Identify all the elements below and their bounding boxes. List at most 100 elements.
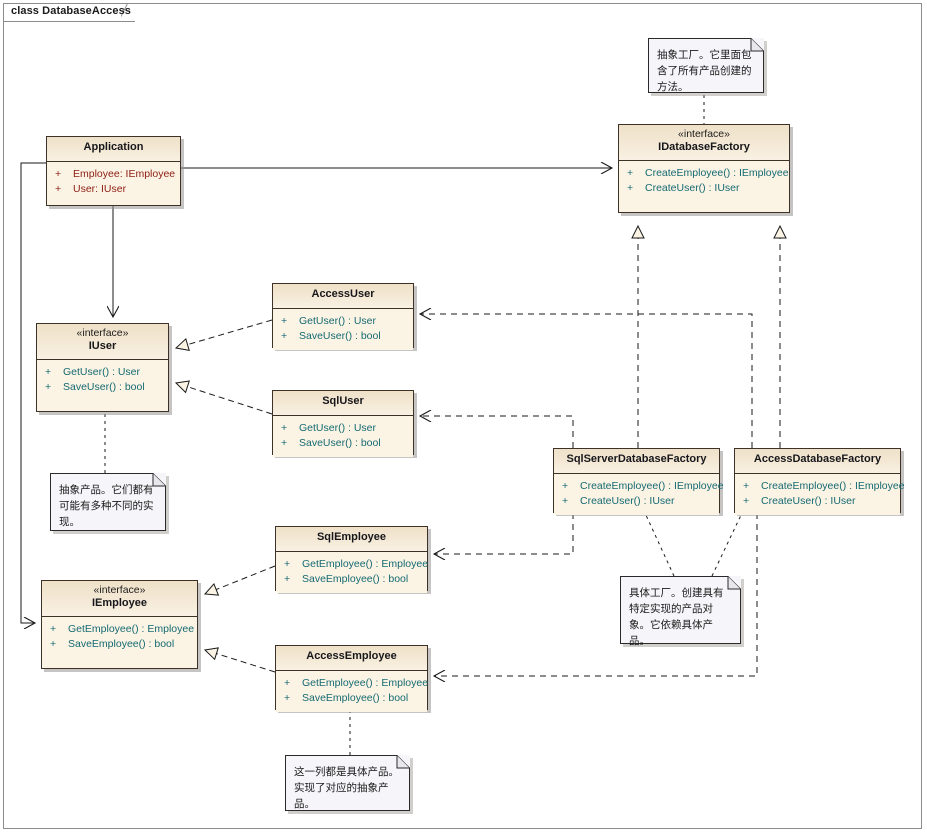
class-members-accessemployee: + GetEmployee() : Employee + SaveEmployee()… xyxy=(276,671,429,712)
member-visibility: + xyxy=(281,437,288,449)
class-node-application[interactable]: Application + Employee: IEmployee + User: IU… xyxy=(46,136,181,206)
class-members-iuser: + GetUser() : User + SaveUser() : bool xyxy=(37,360,168,401)
class-members-sqlserverdatabasefactory: + CreateEmployee() : IEmployee + CreateUser… xyxy=(554,474,724,515)
member-signature: GetUser() : User xyxy=(299,422,377,434)
note-abstract-product[interactable]: 抽象产品。它们都有可能有多种不同的实现。 xyxy=(50,473,166,531)
class-member: + CreateEmployee() : IEmployee xyxy=(554,479,724,494)
class-node-iemployee[interactable]: «interface» IEmployee + GetEmployee() : Emp… xyxy=(41,580,198,669)
class-member: + User: IUser xyxy=(47,182,180,197)
class-node-title-accessuser: AccessUser xyxy=(273,284,413,309)
class-node-title-iuser: «interface» IUser xyxy=(37,324,168,360)
class-member: + SaveUser() : bool xyxy=(273,436,413,451)
member-visibility: + xyxy=(50,623,57,635)
class-node-sqlemployee[interactable]: SqlEmployee + GetEmployee() : Employee + Sav… xyxy=(275,526,429,593)
class-node-iuser[interactable]: «interface» IUser + GetUser() : User + SaveUs… xyxy=(36,323,169,412)
member-signature: SaveEmployee() : bool xyxy=(302,692,409,704)
class-members-sqlemployee: + GetEmployee() : Employee + SaveEmployee()… xyxy=(276,552,429,593)
class-member: + Employee: IEmployee xyxy=(47,167,180,182)
class-members-application: + Employee: IEmployee + User: IUser xyxy=(47,162,180,203)
member-visibility: + xyxy=(284,558,291,570)
class-stereotype-iemployee: «interface» xyxy=(93,584,146,596)
class-name-accessdatabasefactory: AccessDatabaseFactory xyxy=(753,453,882,465)
class-member: + GetEmployee() : Employee xyxy=(276,676,429,691)
class-node-title-sqlemployee: SqlEmployee xyxy=(276,527,427,552)
member-signature: CreateEmployee() : IEmployee xyxy=(645,167,789,179)
class-name-iemployee: IEmployee xyxy=(91,597,148,609)
member-signature: GetUser() : User xyxy=(63,366,141,378)
member-signature: GetEmployee() : Employee xyxy=(302,677,429,689)
member-signature: SaveUser() : bool xyxy=(299,330,381,342)
member-visibility: + xyxy=(743,495,750,507)
class-node-title-sqluser: SqlUser xyxy=(273,391,413,416)
class-name-idatabasefactory: IDatabaseFactory xyxy=(658,141,750,153)
class-node-title-accessdatabasefactory: AccessDatabaseFactory xyxy=(735,449,900,474)
member-signature: GetEmployee() : Employee xyxy=(302,558,429,570)
class-members-accessuser: + GetUser() : User + SaveUser() : bool xyxy=(273,309,413,350)
class-member: + SaveUser() : bool xyxy=(37,380,168,395)
class-name-accessuser: AccessUser xyxy=(311,288,375,300)
member-signature: Employee: IEmployee xyxy=(73,168,176,180)
class-node-idatabasefactory[interactable]: «interface» IDatabaseFactory + CreateEmploy… xyxy=(618,124,790,213)
member-visibility: + xyxy=(627,182,634,194)
class-name-sqlserverdatabasefactory: SqlServerDatabaseFactory xyxy=(566,453,707,465)
member-visibility: + xyxy=(281,330,288,342)
class-node-title-accessemployee: AccessEmployee xyxy=(276,646,427,671)
class-name-iuser: IUser xyxy=(88,340,117,352)
class-member: + CreateEmployee() : IEmployee xyxy=(619,166,789,181)
member-visibility: + xyxy=(45,381,52,393)
member-visibility: + xyxy=(627,167,634,179)
member-signature: CreateEmployee() : IEmployee xyxy=(580,480,724,492)
class-name-sqlemployee: SqlEmployee xyxy=(316,531,387,543)
class-name-sqluser: SqlUser xyxy=(322,395,364,407)
member-visibility: + xyxy=(562,480,569,492)
class-member: + GetUser() : User xyxy=(273,314,413,329)
member-signature: CreateUser() : IUser xyxy=(761,495,856,507)
note-text: 抽象产品。它们都有可能有多种不同的实现。 xyxy=(59,484,154,528)
member-visibility: + xyxy=(50,638,57,650)
member-signature: SaveEmployee() : bool xyxy=(302,573,409,585)
class-node-accessdatabasefactory[interactable]: AccessDatabaseFactory + CreateEmployee() :… xyxy=(734,448,905,515)
class-node-title-sqlserverdatabasefactory: SqlServerDatabaseFactory xyxy=(554,449,719,474)
class-members-accessdatabasefactory: + CreateEmployee() : IEmployee + CreateUser… xyxy=(735,474,905,515)
member-visibility: + xyxy=(284,573,291,585)
class-member: + GetUser() : User xyxy=(273,421,413,436)
class-name-accessemployee: AccessEmployee xyxy=(306,650,397,662)
diagram-canvas: class DatabaseAccess Application + Emplo… xyxy=(0,0,927,834)
class-node-sqluser[interactable]: SqlUser + GetUser() : User + SaveUser() : bo… xyxy=(272,390,414,457)
class-member: + CreateUser() : IUser xyxy=(619,181,789,196)
class-node-accessemployee[interactable]: AccessEmployee + GetEmployee() : Employee +… xyxy=(275,645,429,712)
class-node-accessuser[interactable]: AccessUser + GetUser() : User + SaveUser() :… xyxy=(272,283,414,350)
member-visibility: + xyxy=(281,422,288,434)
class-node-sqlserverdatabasefactory[interactable]: SqlServerDatabaseFactory + CreateEmployee(… xyxy=(553,448,724,515)
class-member: + CreateUser() : IUser xyxy=(735,494,900,509)
class-member: + GetEmployee() : Employee xyxy=(276,557,429,572)
class-members-iemployee: + GetEmployee() : Employee + SaveEmployee()… xyxy=(42,617,197,658)
member-signature: CreateUser() : IUser xyxy=(645,182,740,194)
note-text: 抽象工厂。它里面包含了所有产品创建的方法。 xyxy=(657,49,752,93)
member-visibility: + xyxy=(55,168,62,180)
class-stereotype-iuser: «interface» xyxy=(76,327,129,339)
class-member: + CreateEmployee() : IEmployee xyxy=(735,479,905,494)
member-signature: GetEmployee() : Employee xyxy=(68,623,195,635)
class-member: + SaveEmployee() : bool xyxy=(276,572,427,587)
member-signature: GetUser() : User xyxy=(299,315,377,327)
class-node-title-application: Application xyxy=(47,137,180,162)
member-signature: SaveUser() : bool xyxy=(299,437,381,449)
member-signature: User: IUser xyxy=(73,183,127,195)
member-visibility: + xyxy=(743,480,750,492)
member-visibility: + xyxy=(284,677,291,689)
class-node-title-iemployee: «interface» IEmployee xyxy=(42,581,197,617)
diagram-title: class DatabaseAccess xyxy=(11,5,132,17)
member-signature: SaveEmployee() : bool xyxy=(68,638,175,650)
class-stereotype-idatabasefactory: «interface» xyxy=(678,128,730,140)
class-member: + GetEmployee() : Employee xyxy=(42,622,197,637)
note-text: 这一列都是具体产品。实现了对应的抽象产品。 xyxy=(294,766,399,810)
class-members-idatabasefactory: + CreateEmployee() : IEmployee + CreateUser… xyxy=(619,161,789,202)
note-concrete-product[interactable]: 这一列都是具体产品。实现了对应的抽象产品。 xyxy=(285,755,410,811)
member-visibility: + xyxy=(45,366,52,378)
member-visibility: + xyxy=(562,495,569,507)
member-signature: SaveUser() : bool xyxy=(63,381,145,393)
note-text: 具体工厂。创建具有特定实现的产品对象。它依赖具体产品。 xyxy=(629,587,724,647)
note-abstract-factory[interactable]: 抽象工厂。它里面包含了所有产品创建的方法。 xyxy=(648,38,764,93)
note-concrete-factory[interactable]: 具体工厂。创建具有特定实现的产品对象。它依赖具体产品。 xyxy=(620,576,741,647)
